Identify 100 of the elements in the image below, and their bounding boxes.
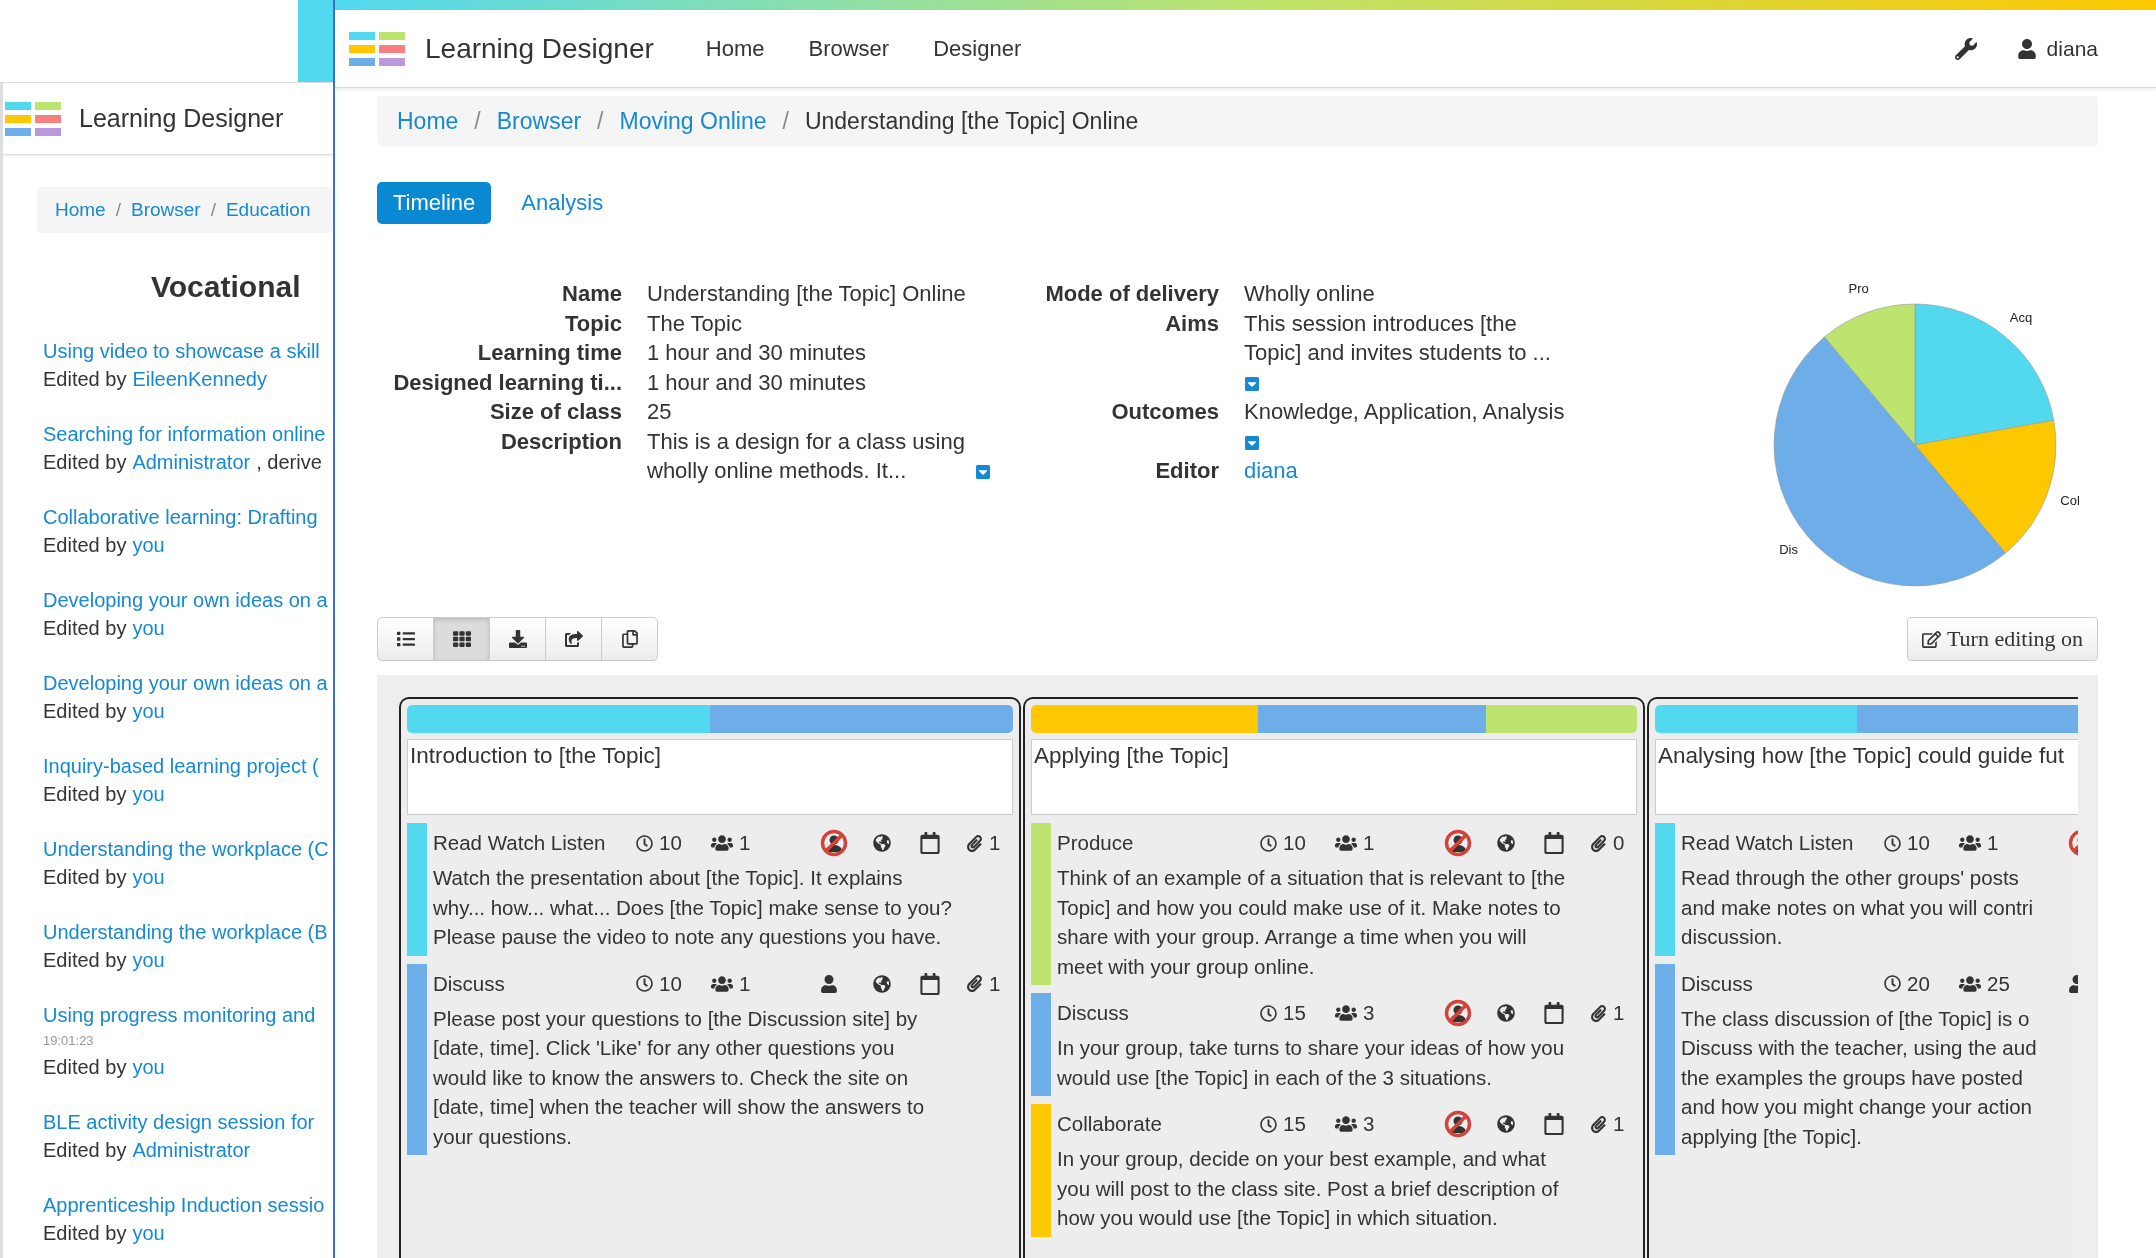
- nav-link[interactable]: Browser: [808, 35, 890, 62]
- design-link[interactable]: Using progress monitoring and: [43, 1001, 333, 1029]
- session-title-field[interactable]: Applying [the Topic]: [1031, 739, 1637, 815]
- edit-toggle-button[interactable]: Turn editing on: [1906, 617, 2098, 661]
- toolbar-button[interactable]: [433, 617, 490, 661]
- page-heading: Vocational: [151, 269, 302, 305]
- attachment-count: 1: [1613, 1112, 1625, 1136]
- design-link[interactable]: Understanding the workplace (C: [43, 835, 333, 863]
- share-icon: [564, 630, 583, 648]
- grid-icon: [452, 630, 471, 648]
- attachment-count: 0: [1613, 831, 1625, 855]
- clock-icon: [1884, 975, 1901, 992]
- design-link[interactable]: Using video to showcase a skill: [43, 337, 333, 365]
- clock-icon: [1260, 1004, 1277, 1022]
- design-link[interactable]: Understanding the workplace (B: [43, 918, 333, 946]
- editor-link[interactable]: you: [132, 780, 165, 808]
- breadcrumb-separator: /: [115, 199, 121, 221]
- expand-icon[interactable]: [1244, 375, 1260, 392]
- toolbar-button[interactable]: [489, 617, 546, 661]
- clock-icon: [1260, 834, 1277, 852]
- design-link[interactable]: Developing your own ideas on a: [43, 586, 333, 614]
- clock-icon: [1884, 834, 1901, 852]
- byline: Edited by: [43, 367, 127, 392]
- breadcrumb-separator: /: [782, 107, 789, 135]
- byline: Edited by: [43, 782, 127, 807]
- activity-time: 10: [1907, 831, 1930, 855]
- detail-label: Mode of delivery: [1044, 280, 1219, 308]
- editor-link[interactable]: diana: [1244, 458, 1298, 483]
- detail-value: This session introduces [the Topic] and invites students to ...: [1244, 309, 1551, 367]
- paperclip-icon: [1590, 1115, 1607, 1133]
- breadcrumb-link[interactable]: Home: [55, 199, 106, 221]
- attachment-count: 1: [989, 831, 1001, 855]
- paperclip-icon: [1590, 1004, 1607, 1022]
- logo-icon: [349, 31, 405, 66]
- activity-time: 10: [659, 831, 682, 855]
- byline: Edited by: [43, 533, 127, 558]
- activity-name: Discuss: [433, 971, 506, 996]
- pie-label: Pro: [1848, 281, 1869, 297]
- design-link[interactable]: Inquiry-based learning project (: [43, 752, 333, 780]
- toolbar-button[interactable]: [601, 617, 658, 661]
- paperclip-icon: [966, 834, 983, 852]
- activity-description: In your group, decide on your best example, and what you will post to the class site. Post a brief description of how you would use [the Topic] in which situation.: [1057, 1146, 1560, 1231]
- calendar-icon: [1543, 832, 1565, 854]
- design-link[interactable]: Searching for information online: [43, 420, 333, 448]
- activity-description: In your group, take turns to share your ideas of how you would use [the Topic] in each of the 3 situations.: [1057, 1035, 1566, 1091]
- tab[interactable]: Timeline: [377, 182, 492, 224]
- detail-value: Wholly online: [1244, 280, 1375, 308]
- pie-label: Acq: [2009, 309, 2033, 325]
- breadcrumb-link[interactable]: Home: [397, 107, 459, 135]
- editor-link[interactable]: EileenKennedy: [132, 365, 267, 393]
- byline: Edited by: [43, 948, 127, 973]
- breadcrumb-current: Understanding [the Topic] Online: [804, 107, 1139, 135]
- globe-icon: [1497, 1115, 1515, 1133]
- activity-description: Please post your questions to [the Discussion site] by [date, time]. Click 'Like' for any other questions you would like to know the answers to. Check the site on [date, time] when the teacher will show the answers to your questions.: [433, 1005, 926, 1150]
- byline: Edited by: [43, 699, 127, 724]
- pie-label: Col: [2060, 492, 2080, 508]
- editor-link[interactable]: you: [132, 946, 165, 974]
- breadcrumb-link[interactable]: Browser: [496, 107, 582, 135]
- design-link[interactable]: Apprenticeship Induction sessio: [43, 1191, 333, 1219]
- activity-time: 10: [1283, 831, 1306, 855]
- toolbar-button[interactable]: [545, 617, 602, 661]
- app-title: Learning Designer: [79, 104, 284, 133]
- user-icon: [2016, 38, 2037, 59]
- nav-link[interactable]: Designer: [933, 35, 1022, 62]
- editor-link[interactable]: you: [132, 697, 165, 725]
- editor-link[interactable]: you: [132, 863, 165, 891]
- group-size: 1: [1987, 831, 1999, 855]
- design-link[interactable]: Collaborative learning: Drafting: [43, 503, 333, 531]
- editor-link[interactable]: you: [132, 1053, 165, 1081]
- tab[interactable]: Analysis: [505, 182, 620, 224]
- download-icon: [508, 630, 527, 648]
- activity-description: Watch the presentation about [the Topic]. It explains why... how... what... Does [the Topic] make sense to you? Please pause the video to note any questions you have.: [433, 865, 953, 950]
- toolbar-button[interactable]: [377, 617, 434, 661]
- design-link[interactable]: BLE activity design session for: [43, 1108, 333, 1136]
- expand-icon[interactable]: [974, 464, 991, 480]
- editor-link[interactable]: you: [132, 531, 165, 559]
- breadcrumb-link[interactable]: Moving Online: [619, 107, 767, 135]
- detail-value: This is a design for a class using wholly online methods. It...: [647, 427, 965, 485]
- design-link[interactable]: Developing your own ideas on a: [43, 669, 333, 697]
- byline-suffix: , derive: [256, 450, 322, 475]
- activity-description: Think of an example of a situation that is relevant to [the Topic] and how you could make use of it. Make notes to share with your group. Arrange a time when you will meet with your group online.: [1057, 865, 1567, 980]
- session-title-field[interactable]: Introduction to [the Topic]: [407, 739, 1013, 815]
- user-menu[interactable]: diana: [2016, 36, 2098, 61]
- globe-icon: [873, 974, 891, 993]
- breadcrumb-link[interactable]: Browser: [130, 199, 201, 221]
- copy-icon: [620, 630, 639, 648]
- paperclip-icon: [966, 975, 983, 992]
- editor-link[interactable]: Administrator: [132, 448, 251, 476]
- clock-icon: [636, 975, 653, 992]
- editor-link[interactable]: you: [132, 1219, 165, 1247]
- editor-link[interactable]: Administrator: [132, 1136, 251, 1164]
- settings-icon[interactable]: [1954, 37, 1977, 60]
- session-title-field[interactable]: Analysing how [the Topic] could guide fut: [1655, 739, 2078, 815]
- calendar-icon: [1543, 1002, 1565, 1024]
- editor-link[interactable]: you: [132, 614, 165, 642]
- activity-description: The class discussion of [the Topic] is o Discuss with the teacher, using the aud the examples the groups have posted and how you might change your action applying [the Topic].: [1681, 1005, 2038, 1150]
- nav-link[interactable]: Home: [705, 35, 765, 62]
- expand-icon[interactable]: [1244, 434, 1260, 451]
- activity-name: Read Watch Listen: [1681, 831, 1855, 855]
- breadcrumb-link[interactable]: Education: [225, 199, 311, 221]
